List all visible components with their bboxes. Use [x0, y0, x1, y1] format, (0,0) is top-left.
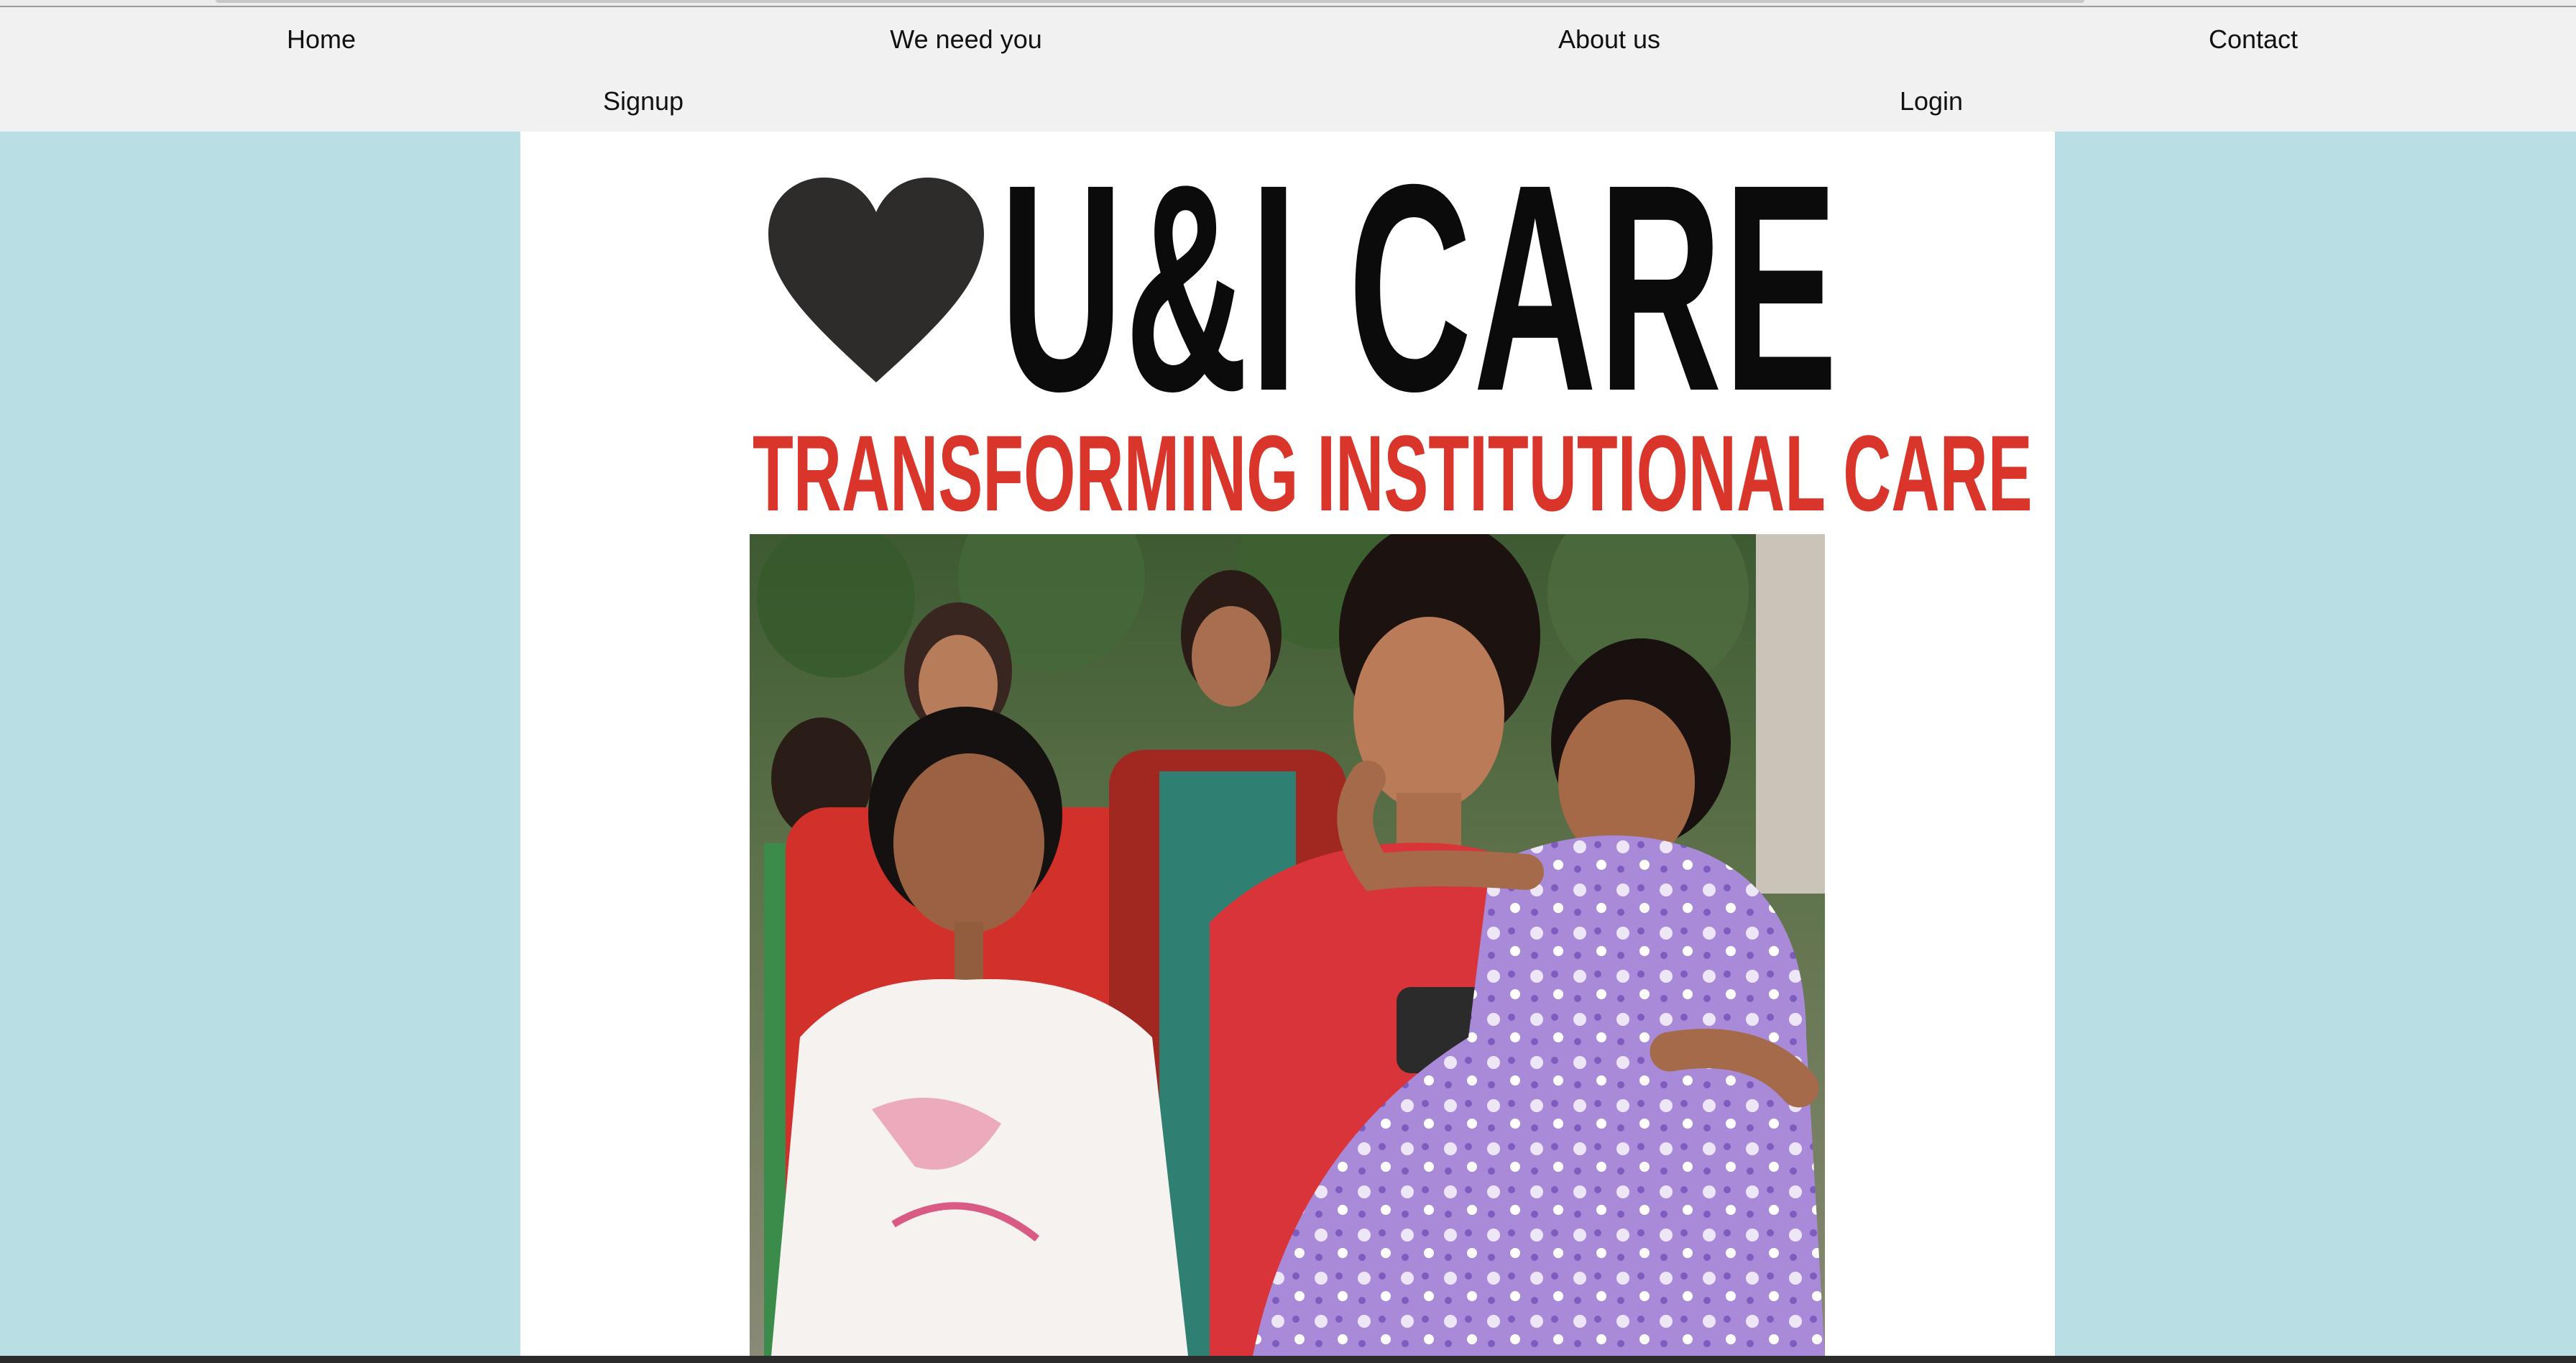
- hero-photo: [750, 534, 1825, 1356]
- browser-scroll-indicator: [216, 0, 2084, 3]
- nav-link-contact[interactable]: Contact: [2209, 27, 2298, 52]
- main-nav: Home We need you About us Contact Signup…: [0, 7, 2576, 132]
- logo-wordmark: U&I CARE: [1000, 132, 1839, 452]
- tagline: TRANSFORMING INSTITUTIONAL CARE: [753, 413, 2033, 533]
- heart-icon: [768, 178, 984, 382]
- nav-link-about-us[interactable]: About us: [1558, 27, 1660, 52]
- nav-link-we-need-you[interactable]: We need you: [890, 27, 1041, 52]
- nav-link-login[interactable]: Login: [1900, 88, 1963, 114]
- nav-link-signup[interactable]: Signup: [603, 88, 684, 114]
- nav-link-home[interactable]: Home: [287, 27, 356, 52]
- browser-bottom-edge: [0, 1356, 2576, 1363]
- browser-top-edge: [0, 0, 2576, 7]
- main-content: U&I CARE TRANSFORMING INSTITUTIONAL CARE: [520, 132, 2055, 1356]
